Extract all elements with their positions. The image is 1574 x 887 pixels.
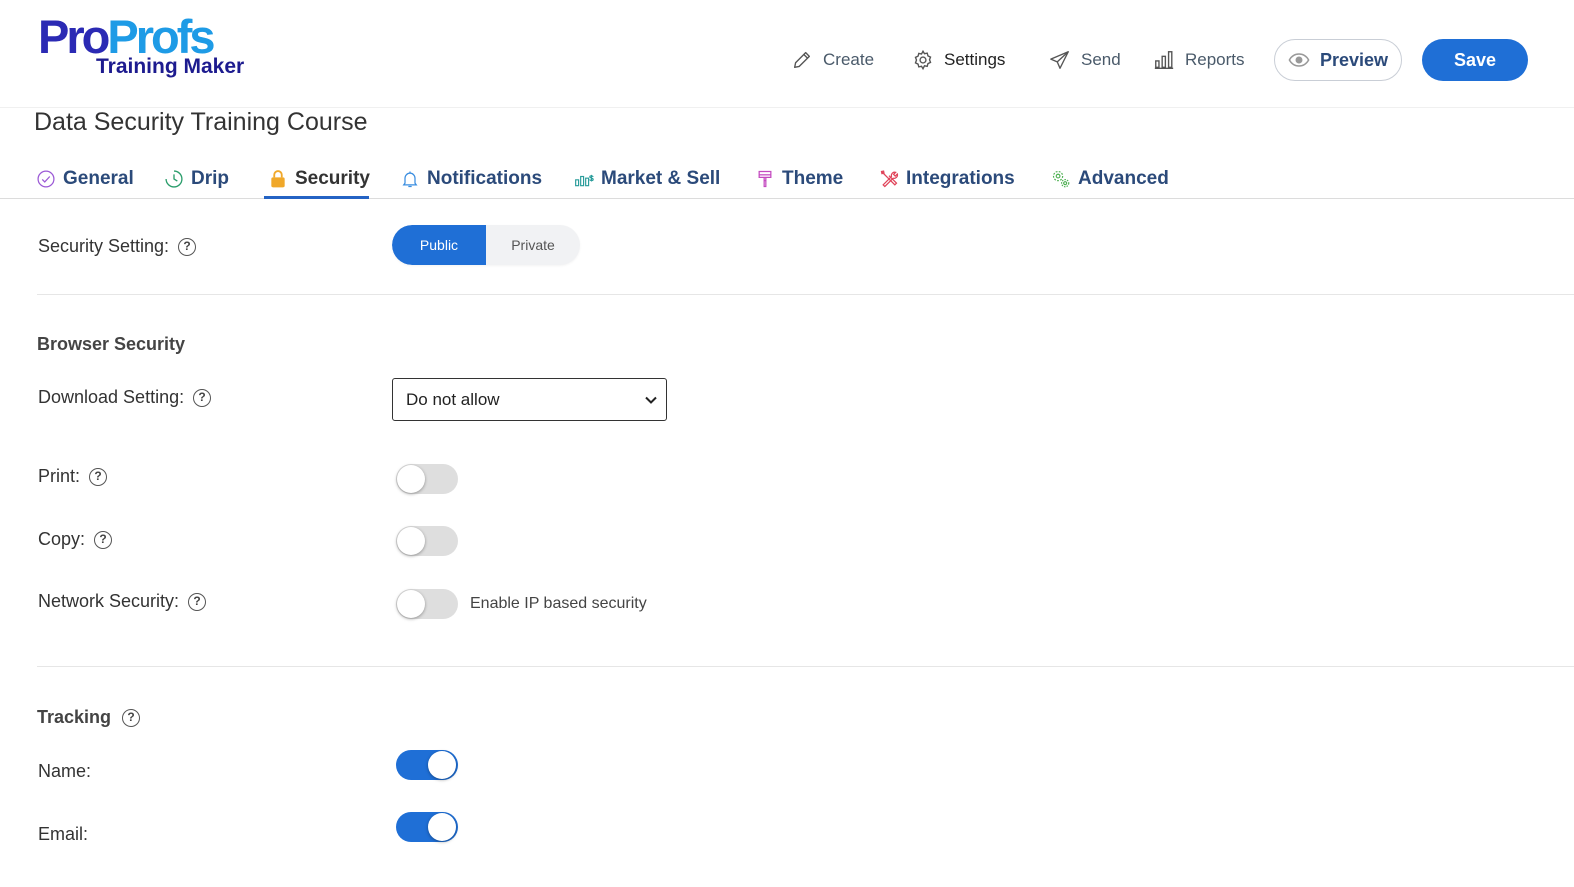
chevron-down-icon — [645, 396, 657, 404]
download-setting-select[interactable]: Do not allow — [392, 378, 667, 421]
security-setting-label: Security Setting: — [38, 236, 170, 256]
tab-general-label: General — [63, 168, 134, 189]
paint-brush-icon — [758, 170, 772, 188]
settings-label: Settings — [944, 50, 1006, 69]
download-setting-row: Download Setting: ? — [38, 387, 212, 408]
download-setting-label: Download Setting: — [38, 387, 185, 407]
copy-label: Copy: — [38, 529, 86, 549]
settings-nav[interactable]: Settings — [912, 40, 1005, 80]
pencil-icon — [793, 51, 811, 69]
gears-icon — [1052, 170, 1070, 188]
tab-notifications-label: Notifications — [427, 168, 543, 189]
eye-icon — [1288, 53, 1310, 67]
tab-theme-label: Theme — [782, 168, 844, 189]
help-icon[interactable]: ? — [188, 592, 207, 611]
tracking-name-label: Name: — [38, 761, 92, 781]
print-row: Print: ? — [38, 466, 108, 487]
lock-icon — [271, 170, 285, 188]
security-setting-segmented-control: Public Private — [392, 225, 580, 265]
network-security-row: Network Security: ? — [38, 591, 207, 612]
course-title: Data Security Training Course — [34, 108, 368, 136]
bell-icon — [402, 171, 418, 188]
public-option[interactable]: Public — [392, 225, 486, 265]
tools-icon — [880, 170, 899, 188]
network-security-toggle[interactable] — [396, 589, 458, 619]
toggle-knob — [428, 751, 456, 779]
private-option[interactable]: Private — [486, 225, 580, 265]
tracking-heading: Tracking ? — [37, 707, 141, 728]
check-circle-icon — [37, 170, 55, 188]
chart-dollar-icon — [575, 174, 594, 187]
tab-advanced[interactable]: Advanced — [1051, 160, 1169, 198]
preview-button[interactable]: Preview — [1274, 39, 1402, 81]
top-bar: ProProfs Training Maker Create Settings … — [0, 0, 1574, 108]
paper-plane-icon — [1050, 51, 1069, 69]
tab-theme[interactable]: Theme — [755, 160, 843, 198]
tracking-name-row: Name: — [38, 761, 91, 782]
help-icon[interactable]: ? — [122, 708, 141, 727]
tab-market-sell-label: Market & Sell — [601, 168, 721, 189]
tracking-email-row: Email: — [38, 824, 88, 845]
reports-label: Reports — [1185, 50, 1245, 69]
tab-drip[interactable]: Drip — [164, 160, 229, 198]
proprofs-logo[interactable]: ProProfs Training Maker — [38, 10, 258, 84]
settings-tabs: General Drip Security Notifications Mark… — [0, 150, 1574, 199]
copy-toggle[interactable] — [396, 526, 458, 556]
tab-notifications[interactable]: Notifications — [400, 160, 542, 198]
copy-row: Copy: ? — [38, 529, 113, 550]
gear-icon — [914, 49, 932, 71]
browser-security-heading: Browser Security — [37, 334, 186, 354]
network-security-description: Enable IP based security — [470, 595, 647, 612]
tracking-email-label: Email: — [38, 824, 89, 844]
help-icon[interactable]: ? — [89, 467, 108, 486]
download-setting-value: Do not allow — [406, 389, 500, 409]
toggle-knob — [397, 465, 425, 493]
preview-label: Preview — [1319, 49, 1389, 70]
toggle-knob — [428, 813, 456, 841]
bar-chart-icon — [1154, 51, 1174, 69]
tab-advanced-label: Advanced — [1078, 168, 1169, 189]
toggle-knob — [397, 590, 425, 618]
help-icon[interactable]: ? — [193, 388, 212, 407]
active-tab-indicator — [264, 196, 369, 199]
create-nav[interactable]: Create — [791, 40, 874, 80]
save-button[interactable]: Save — [1422, 39, 1528, 81]
logo-product-name: Training Maker — [96, 55, 245, 78]
help-icon[interactable]: ? — [94, 530, 113, 549]
section-divider — [37, 666, 1574, 667]
print-label: Print: — [38, 466, 81, 486]
help-icon[interactable]: ? — [178, 237, 197, 256]
reports-nav[interactable]: Reports — [1153, 40, 1245, 80]
tracking-name-toggle[interactable] — [396, 750, 458, 780]
tab-security-label: Security — [295, 168, 370, 189]
send-nav[interactable]: Send — [1049, 40, 1121, 80]
create-label: Create — [823, 50, 875, 69]
tab-general[interactable]: General — [36, 160, 134, 198]
tab-integrations[interactable]: Integrations — [879, 160, 1015, 198]
toggle-knob — [397, 527, 425, 555]
section-divider — [37, 294, 1574, 295]
tab-security[interactable]: Security — [268, 160, 370, 198]
logo-wordmark: ProProfs — [38, 10, 216, 63]
tab-drip-label: Drip — [191, 168, 229, 189]
clock-icon — [165, 170, 183, 188]
send-label: Send — [1081, 50, 1121, 69]
security-setting-row: Security Setting: ? — [38, 236, 197, 257]
tracking-email-toggle[interactable] — [396, 812, 458, 842]
print-toggle[interactable] — [396, 464, 458, 494]
tab-market-sell[interactable]: Market & Sell — [574, 160, 720, 198]
network-security-label: Network Security: — [38, 591, 180, 611]
tab-integrations-label: Integrations — [906, 168, 1015, 189]
